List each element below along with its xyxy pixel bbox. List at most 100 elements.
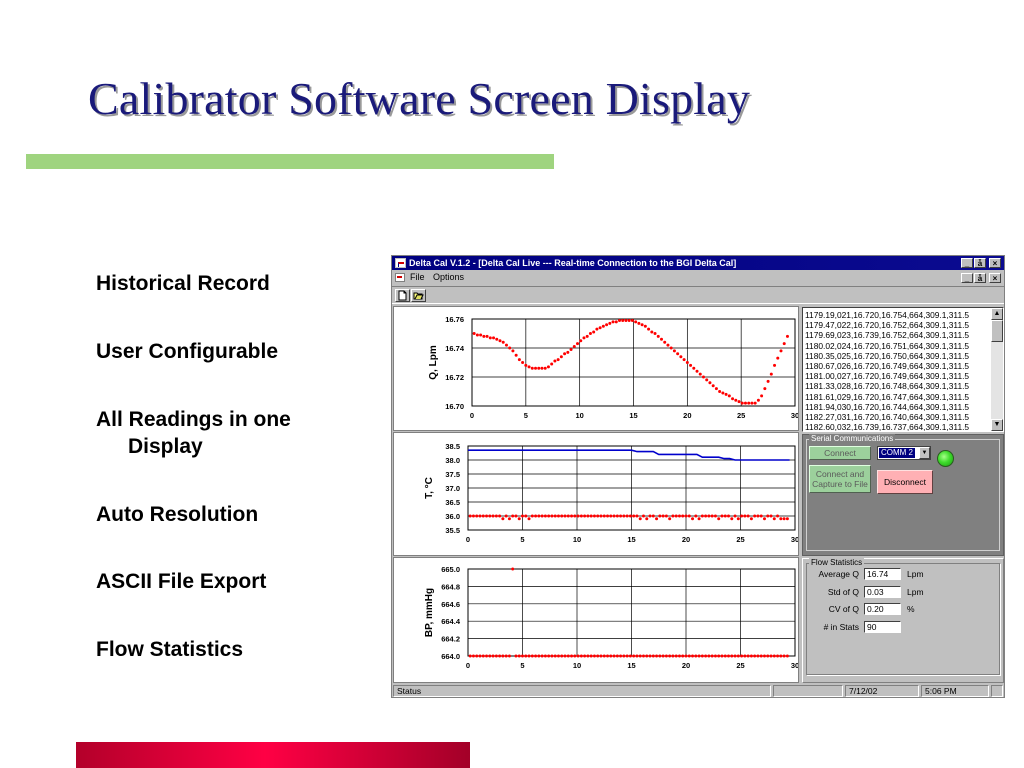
data-point: [608, 321, 612, 325]
log-scrollbar[interactable]: ▲ ▼: [991, 308, 1003, 431]
data-point: [521, 514, 524, 518]
data-point: [645, 517, 649, 521]
log-line: 1180.67,026,16.720,16.749,664,309.1,311.…: [805, 361, 970, 372]
data-point: [727, 514, 731, 518]
restore-button[interactable]: ǡ: [974, 258, 986, 268]
data-point: [606, 654, 610, 658]
menu-options[interactable]: Options: [433, 270, 464, 285]
data-point: [743, 401, 747, 405]
data-point: [521, 654, 524, 658]
document-controls: _ ǡ ×: [960, 273, 1001, 284]
data-point: [569, 347, 573, 351]
data-point: [687, 514, 691, 518]
data-point: [472, 332, 476, 335]
data-point: [560, 654, 564, 658]
y-tick-label: 664.6: [441, 600, 460, 609]
x-tick-label: 30: [791, 411, 798, 420]
data-point: [508, 346, 512, 350]
data-point: [511, 514, 515, 518]
doc-restore-button[interactable]: ǡ: [974, 273, 986, 283]
data-point: [684, 654, 688, 658]
size-grip-icon[interactable]: [991, 685, 1003, 697]
scroll-down-arrow-icon[interactable]: ▼: [991, 419, 1003, 431]
capture-label-line1: Connect and: [815, 469, 865, 479]
data-point: [498, 654, 502, 658]
std-q-field[interactable]: 0.03: [864, 586, 901, 598]
data-point: [573, 654, 577, 658]
n-in-stats-field[interactable]: 90: [864, 621, 901, 633]
scroll-up-arrow-icon[interactable]: ▲: [991, 308, 1003, 320]
data-point: [663, 340, 667, 344]
data-point: [753, 401, 757, 405]
cv-q-label: CV of Q: [828, 604, 859, 614]
data-point: [511, 567, 515, 571]
close-button[interactable]: ×: [989, 258, 1001, 268]
data-point: [677, 654, 681, 658]
menu-file[interactable]: File: [410, 270, 425, 285]
comm-port-value: COMM 2: [879, 448, 915, 458]
data-point: [524, 363, 528, 367]
data-point: [585, 334, 589, 338]
connect-button[interactable]: Connect: [809, 446, 871, 460]
window-titlebar[interactable]: Delta Cal V.1.2 - [Delta Cal Live --- Re…: [392, 256, 1004, 270]
data-point: [556, 654, 560, 658]
data-point: [772, 654, 776, 658]
data-point: [471, 514, 475, 518]
app-icon[interactable]: [395, 258, 406, 268]
data-point: [622, 654, 626, 658]
y-axis-label: BP, mmHg: [424, 588, 435, 637]
new-file-button[interactable]: [395, 289, 410, 302]
data-point: [606, 514, 610, 518]
document-icon[interactable]: [395, 273, 405, 282]
disconnect-button[interactable]: Disconnect: [877, 470, 933, 494]
status-bar: Status 7/12/02 5:06 PM: [392, 685, 1004, 697]
data-point: [756, 398, 760, 402]
data-point: [547, 514, 551, 518]
open-file-button[interactable]: [411, 289, 426, 302]
data-point: [635, 514, 639, 518]
data-point: [517, 517, 521, 521]
connect-and-capture-button[interactable]: Connect and Capture to File: [809, 465, 871, 493]
doc-close-button[interactable]: ×: [989, 273, 1001, 283]
data-point: [713, 514, 717, 518]
data-log-list[interactable]: 1179.19,021,16.720,16.754,664,309.1,311.…: [802, 307, 1004, 432]
average-q-field[interactable]: 16.74: [864, 568, 901, 580]
doc-minimize-button[interactable]: _: [961, 273, 973, 283]
data-point: [701, 375, 705, 379]
data-point: [711, 384, 715, 388]
data-point: [651, 654, 655, 658]
comm-port-select[interactable]: COMM 2 ▼: [877, 446, 931, 460]
bullet-text: All Readings in one: [96, 408, 291, 431]
data-point: [743, 654, 747, 658]
data-point: [559, 355, 563, 359]
data-point: [504, 514, 508, 518]
cv-q-field[interactable]: 0.20: [864, 603, 901, 615]
data-point: [681, 654, 685, 658]
data-point: [498, 339, 502, 343]
minimize-button[interactable]: _: [961, 258, 973, 268]
y-axis-label: T, °C: [424, 477, 435, 499]
data-point: [582, 336, 586, 340]
x-tick-label: 0: [466, 535, 470, 544]
data-point: [762, 517, 766, 521]
data-point: [547, 654, 551, 658]
data-point: [475, 514, 479, 518]
chevron-down-icon[interactable]: ▼: [919, 447, 930, 459]
data-point: [471, 654, 475, 658]
data-point: [602, 514, 606, 518]
data-point: [641, 514, 645, 518]
data-point: [612, 654, 616, 658]
data-point: [573, 514, 577, 518]
data-point: [779, 349, 783, 353]
data-point: [550, 362, 554, 366]
data-point: [661, 654, 665, 658]
data-point: [776, 654, 780, 658]
data-point: [772, 517, 776, 521]
data-point: [694, 514, 698, 518]
data-point: [588, 332, 592, 335]
x-tick-label: 5: [520, 661, 524, 670]
data-point: [572, 345, 576, 349]
scroll-thumb[interactable]: [991, 320, 1003, 342]
data-point: [638, 517, 642, 521]
data-point: [501, 654, 505, 658]
